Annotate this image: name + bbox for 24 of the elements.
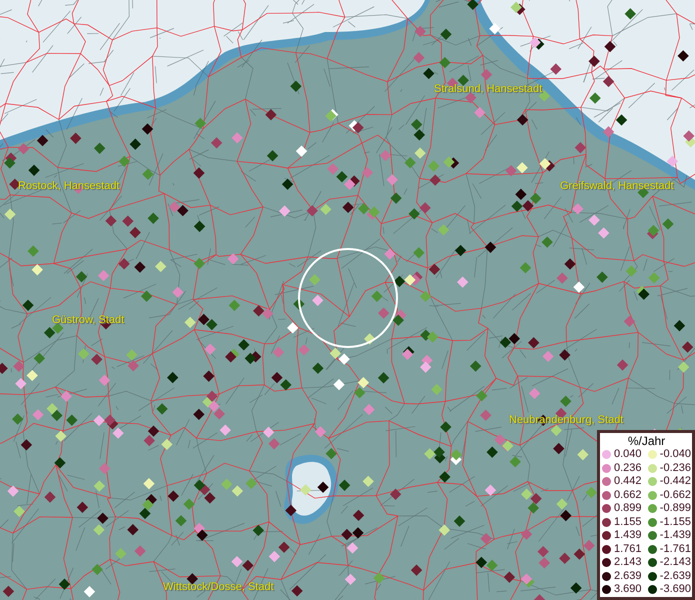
- legend-value: -1.761: [660, 542, 691, 556]
- legend-value: 0.236: [614, 462, 642, 474]
- legend-value: -0.662: [660, 488, 691, 502]
- legend-value: -1.155: [660, 516, 691, 528]
- legend-title: %/Jahr: [626, 434, 666, 448]
- legend-value: 1.439: [614, 529, 642, 542]
- legend-value: -0.442: [660, 475, 691, 488]
- legend-value: -2.639: [660, 570, 691, 582]
- legend-value: -2.143: [660, 556, 691, 569]
- legend-value: 2.639: [614, 570, 642, 582]
- place-label: Rostock, Hansestadt: [18, 180, 120, 192]
- legend-value: 2.143: [614, 556, 642, 569]
- legend-value: 0.040: [614, 448, 642, 461]
- legend-value: 1.155: [614, 516, 642, 528]
- legend-value: 3.690: [614, 583, 642, 596]
- legend-value: 0.662: [614, 488, 642, 502]
- legend-value: 1.761: [614, 542, 642, 556]
- legend-value: 0.442: [614, 475, 642, 488]
- legend-value: -0.040: [660, 448, 691, 461]
- legend-value: -3.690: [660, 583, 691, 596]
- legend-value: 0.899: [614, 502, 642, 515]
- legend-value: -0.899: [660, 502, 691, 515]
- legend-value: -1.439: [660, 529, 691, 542]
- legend-value: -0.236: [660, 462, 691, 474]
